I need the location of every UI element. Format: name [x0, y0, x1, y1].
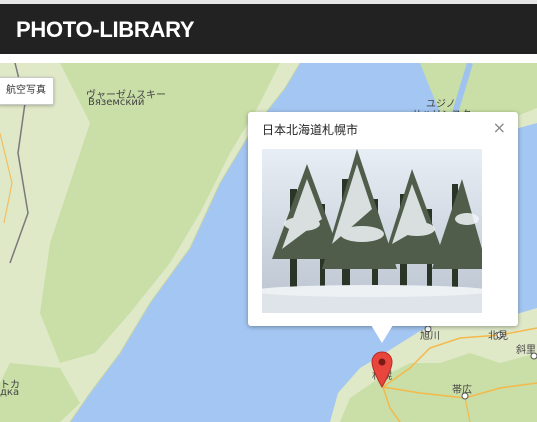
app-header: PHOTO-LIBRARY: [0, 4, 537, 54]
snowy-forest-photo[interactable]: [262, 149, 482, 313]
info-window: 日本北海道札幌市 ×: [248, 112, 518, 326]
label-shari: 斜里: [516, 345, 536, 356]
header-gap: [0, 54, 537, 63]
info-window-tail: [371, 325, 393, 343]
label-obihiro: 帯広: [452, 385, 472, 396]
map-type-button[interactable]: 航空写真: [0, 77, 54, 105]
map-marker-icon[interactable]: [371, 351, 393, 393]
label-asahikawa: 旭川: [420, 331, 440, 342]
label-vyazemsky-ru: Вяземский: [88, 97, 145, 108]
app-title[interactable]: PHOTO-LIBRARY: [16, 17, 195, 43]
label-khab-ru: дка: [0, 387, 20, 398]
close-icon[interactable]: ×: [493, 118, 506, 137]
label-kitami: 北見: [488, 331, 508, 342]
info-window-title: 日本北海道札幌市: [262, 123, 359, 137]
